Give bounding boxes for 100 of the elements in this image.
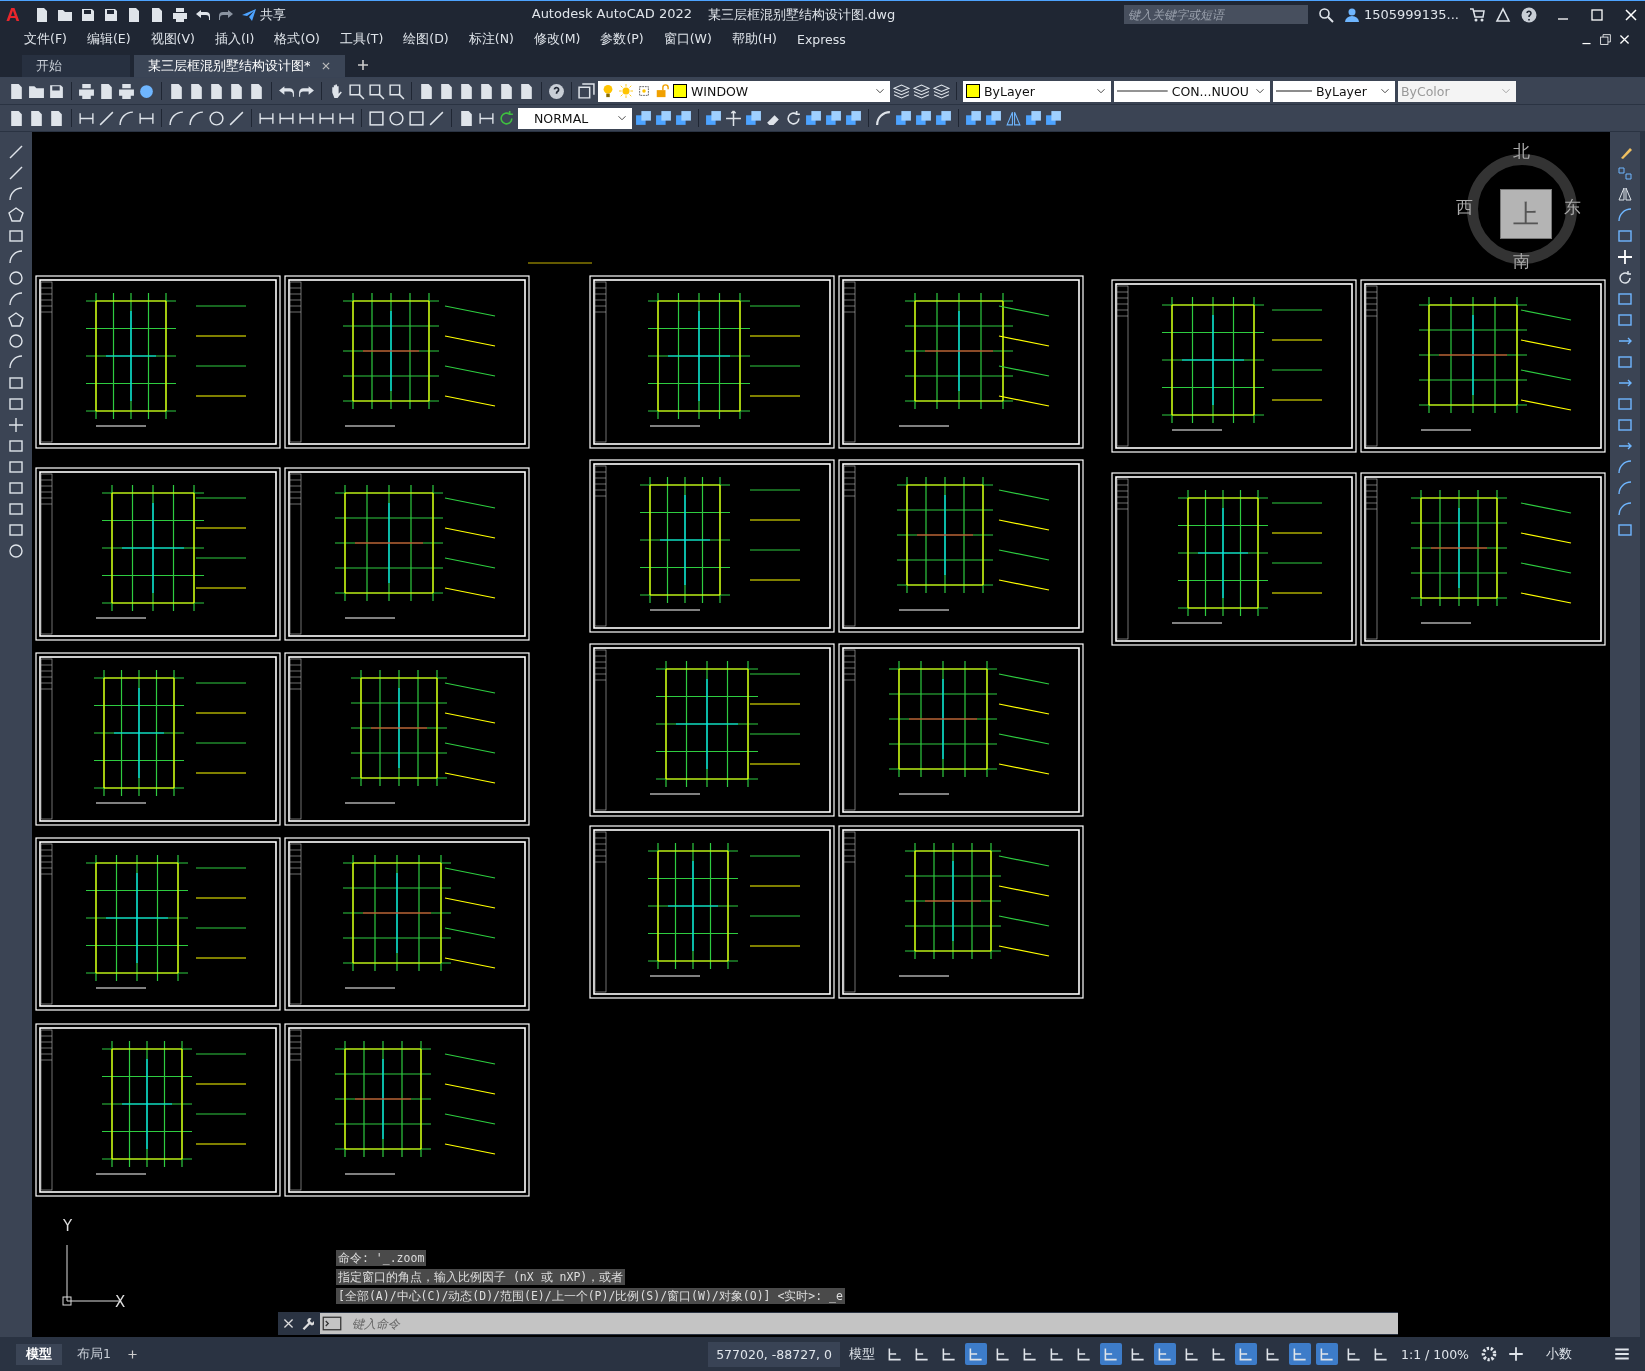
search-icon[interactable] xyxy=(1317,6,1334,23)
linetype-dropdown[interactable]: CON...NUOU xyxy=(1114,80,1270,102)
menu-item[interactable]: 绘图(D) xyxy=(393,31,459,48)
circle-icon[interactable] xyxy=(8,543,24,559)
arc-icon[interactable] xyxy=(875,109,892,127)
annotation-scale-button[interactable]: 1:1 / 100% xyxy=(1397,1343,1473,1365)
rectangle-icon[interactable] xyxy=(1617,417,1633,433)
view-cube-face[interactable]: 上 xyxy=(1500,189,1552,239)
menu-item[interactable]: 标注(N) xyxy=(458,31,524,48)
refresh-icon[interactable] xyxy=(498,109,515,127)
rectangle-icon[interactable] xyxy=(8,522,24,538)
zoom-icon[interactable] xyxy=(368,82,385,100)
cart-icon[interactable] xyxy=(1469,6,1485,23)
layout-tab[interactable]: 模型 xyxy=(16,1343,62,1365)
circle-icon[interactable] xyxy=(8,333,24,349)
menu-item[interactable]: 视图(V) xyxy=(140,31,205,48)
box-icon[interactable] xyxy=(705,109,722,127)
menu-item[interactable]: Express xyxy=(787,32,856,47)
menu-item[interactable]: 参数(P) xyxy=(590,31,654,48)
rectangle-icon[interactable] xyxy=(1617,291,1633,307)
rectangle-icon[interactable] xyxy=(1617,522,1633,538)
rectangle-icon[interactable] xyxy=(1617,396,1633,412)
layout-tab[interactable]: 布局1 xyxy=(67,1343,121,1365)
north-label[interactable]: 北 xyxy=(1513,140,1530,163)
lineweight-dropdown[interactable]: ByLayer xyxy=(1273,80,1395,102)
status-toggle-icon[interactable] xyxy=(1154,1343,1176,1365)
menu-item[interactable]: 编辑(E) xyxy=(76,31,141,48)
globe-icon[interactable] xyxy=(138,82,155,100)
add-layout-icon[interactable] xyxy=(125,1347,139,1361)
zoom-icon[interactable] xyxy=(388,82,405,100)
document-icon[interactable] xyxy=(8,109,25,127)
status-toggle-icon[interactable] xyxy=(1316,1343,1338,1365)
rectangle-icon[interactable] xyxy=(1617,354,1633,370)
user-account-button[interactable]: 1505999135... xyxy=(1343,6,1459,23)
rectangle-icon[interactable] xyxy=(8,228,24,244)
dimension-style-dropdown[interactable]: NORMAL xyxy=(518,107,632,129)
rectangle-icon[interactable] xyxy=(8,459,24,475)
rotate-icon[interactable] xyxy=(1617,270,1633,286)
rectangle-icon[interactable] xyxy=(368,109,385,127)
rectangle-icon[interactable] xyxy=(8,375,24,391)
box-icon[interactable] xyxy=(675,109,692,127)
status-toggle-icon[interactable] xyxy=(965,1343,987,1365)
doc-icon[interactable] xyxy=(248,82,265,100)
box-icon[interactable] xyxy=(825,109,842,127)
rectangle-icon[interactable] xyxy=(8,396,24,412)
rectangle-icon[interactable] xyxy=(408,109,425,127)
rectangle-icon[interactable] xyxy=(1617,312,1633,328)
maximize-icon[interactable] xyxy=(1589,6,1605,23)
doc-icon[interactable] xyxy=(518,82,535,100)
wrench-icon[interactable] xyxy=(301,1317,314,1330)
doc-icon[interactable] xyxy=(228,82,245,100)
share-button[interactable]: 共享 xyxy=(240,5,286,24)
menu-item[interactable]: 文件(F) xyxy=(14,31,77,48)
arc-icon[interactable] xyxy=(1617,480,1633,496)
doc-icon[interactable] xyxy=(478,82,495,100)
box-icon[interactable] xyxy=(985,109,1002,127)
status-toggle-icon[interactable] xyxy=(1100,1343,1122,1365)
rotate-icon[interactable] xyxy=(785,109,802,127)
restore-icon[interactable] xyxy=(1599,33,1612,46)
box-icon[interactable] xyxy=(845,109,862,127)
zoom-icon[interactable] xyxy=(348,82,365,100)
doc-icon[interactable] xyxy=(168,82,185,100)
copy-icon[interactable] xyxy=(1617,165,1633,181)
menu-item[interactable]: 工具(T) xyxy=(329,31,394,48)
move-arrows-icon[interactable] xyxy=(8,417,24,433)
mirror-icon[interactable] xyxy=(1005,109,1022,127)
doc-icon[interactable] xyxy=(458,82,475,100)
doc-icon[interactable] xyxy=(208,82,225,100)
close-icon[interactable] xyxy=(282,1317,295,1330)
document-icon[interactable] xyxy=(28,109,45,127)
polygon-icon[interactable] xyxy=(8,207,24,223)
east-label[interactable]: 东 xyxy=(1564,196,1581,219)
menu-item[interactable]: 帮助(H) xyxy=(721,31,787,48)
status-toggle-icon[interactable] xyxy=(1289,1343,1311,1365)
circle-icon[interactable] xyxy=(8,270,24,286)
command-input[interactable]: 键入命令 xyxy=(344,1313,1398,1334)
box-icon[interactable] xyxy=(1025,109,1042,127)
menu-item[interactable]: 窗口(W) xyxy=(653,31,722,48)
terminal-icon[interactable] xyxy=(320,1313,344,1334)
document-icon[interactable] xyxy=(458,109,475,127)
document-icon[interactable] xyxy=(48,109,65,127)
rectangle-icon[interactable] xyxy=(8,438,24,454)
doc-icon[interactable] xyxy=(188,82,205,100)
circle-icon[interactable] xyxy=(208,109,225,127)
file-tab[interactable]: 某三层框混别墅结构设计图* xyxy=(134,55,345,77)
close-icon[interactable] xyxy=(1623,6,1639,23)
arc-icon[interactable] xyxy=(1617,459,1633,475)
move-arrows-icon[interactable] xyxy=(725,109,742,127)
status-toggle-icon[interactable] xyxy=(1235,1343,1257,1365)
doc-icon[interactable] xyxy=(418,82,435,100)
search-field[interactable]: 键入关键字或短语 xyxy=(1123,5,1308,24)
box-icon[interactable] xyxy=(805,109,822,127)
west-label[interactable]: 西 xyxy=(1456,196,1473,219)
model-space-button[interactable]: 模型 xyxy=(845,1342,879,1366)
color-dropdown[interactable]: ByLayer xyxy=(963,80,1111,102)
arc-icon[interactable] xyxy=(1617,501,1633,517)
rectangle-icon[interactable] xyxy=(8,501,24,517)
box-icon[interactable] xyxy=(935,109,952,127)
layer-dropdown[interactable]: WINDOW xyxy=(598,80,890,102)
doc-icon[interactable] xyxy=(438,82,455,100)
